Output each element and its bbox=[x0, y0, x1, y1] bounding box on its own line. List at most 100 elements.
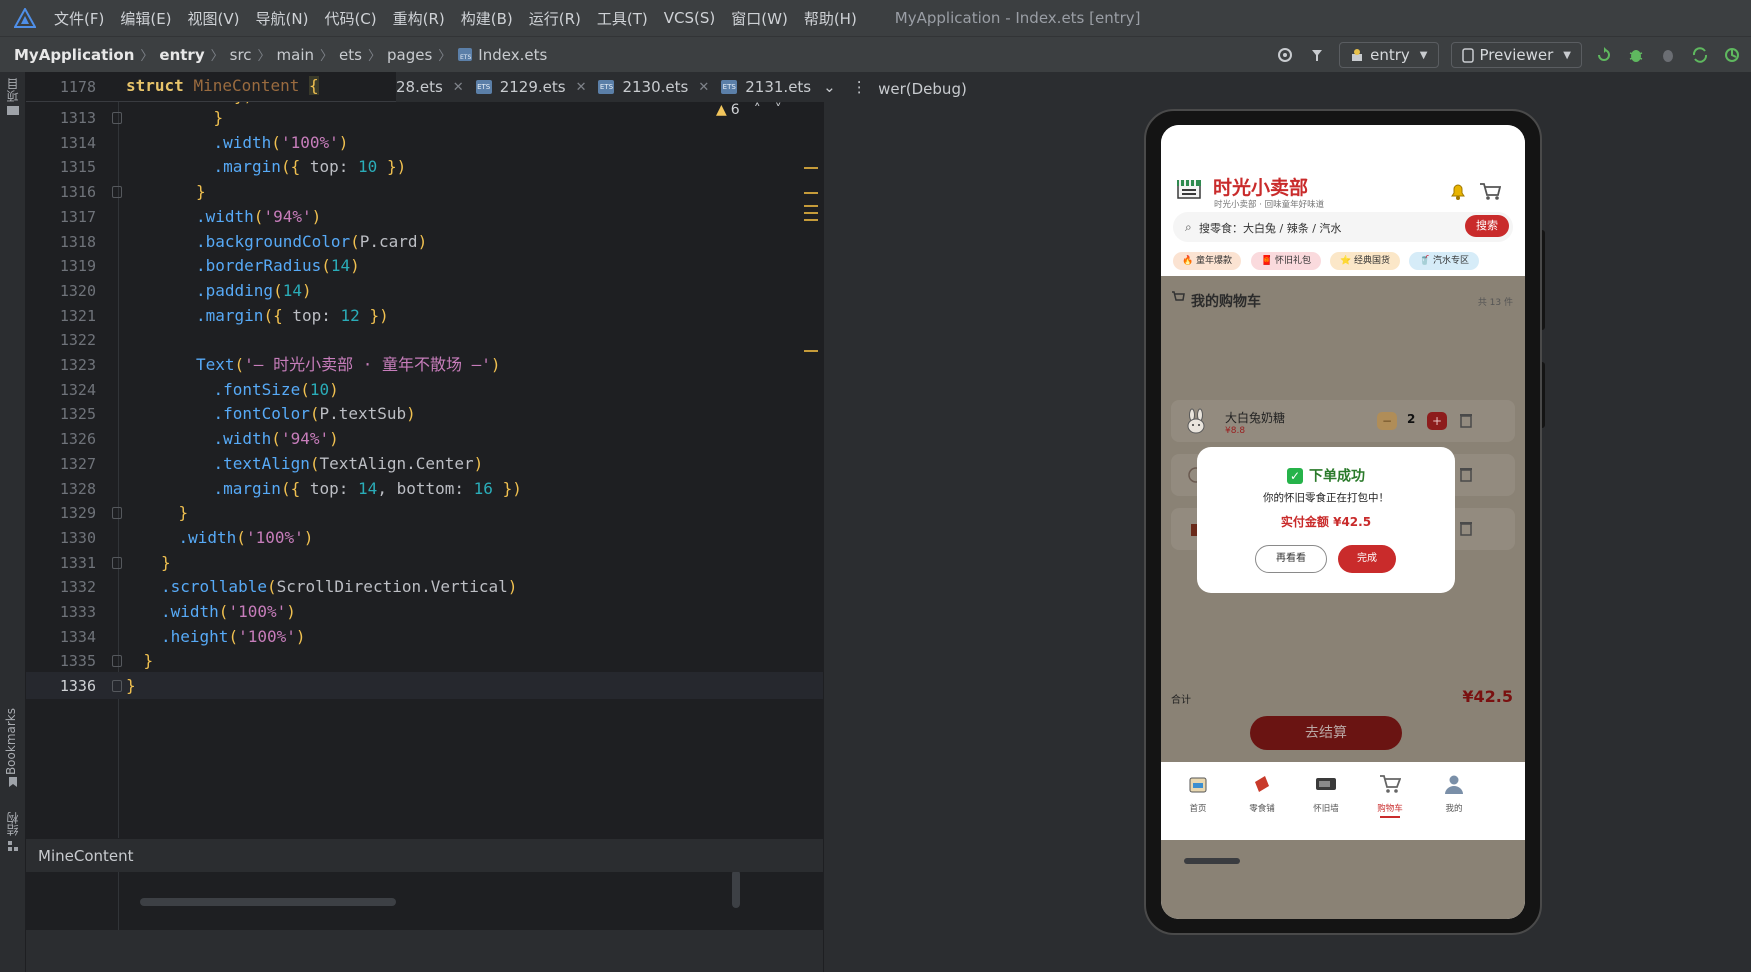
sync-icon[interactable] bbox=[1689, 44, 1711, 66]
close-icon[interactable]: ✕ bbox=[576, 80, 587, 95]
device-selector[interactable]: Previewer ▼ bbox=[1450, 42, 1582, 68]
scroll-marker[interactable] bbox=[804, 205, 818, 207]
cart-icon[interactable] bbox=[1479, 181, 1501, 201]
device-label: Previewer bbox=[1479, 46, 1554, 64]
hammer-icon[interactable] bbox=[1306, 44, 1328, 66]
bookmark-icon bbox=[9, 777, 17, 787]
category-chip[interactable]: 🔥 童年爆款 bbox=[1173, 252, 1241, 270]
more-options-icon[interactable]: ⋮ bbox=[852, 78, 867, 96]
continue-browsing-button[interactable]: 再看看 bbox=[1255, 545, 1327, 573]
previous-highlight-icon[interactable]: ˄ bbox=[754, 102, 761, 118]
tab-list-chevron-icon[interactable]: ⌄ bbox=[823, 78, 836, 96]
tab-home[interactable]: 首页 bbox=[1173, 774, 1223, 814]
search-bar[interactable]: ⌕ 搜零食：大白兔 / 辣条 / 汽水 搜索 bbox=[1173, 212, 1513, 242]
tab-mine[interactable]: 我的 bbox=[1429, 774, 1479, 814]
tab-2131-ets[interactable]: ETS 2131.ets bbox=[721, 78, 811, 96]
line-number: 1323 bbox=[59, 356, 96, 374]
code-text[interactable]: } .width('100%') .margin({ top: 10 })} .wid… bbox=[126, 72, 816, 930]
tab-snack-shop[interactable]: 零食铺 bbox=[1237, 774, 1287, 814]
cart-item[interactable]: 大白兔奶糖 ¥8.8 − 2 + bbox=[1171, 400, 1515, 442]
breadcrumb-src[interactable]: src bbox=[230, 46, 252, 64]
tab-2129-ets[interactable]: ETS 2129.ets ✕ bbox=[475, 78, 587, 96]
fold-marker-icon[interactable] bbox=[112, 556, 122, 569]
next-highlight-icon[interactable]: ˅ bbox=[775, 102, 782, 118]
fold-marker-icon[interactable] bbox=[112, 112, 122, 124]
shop-subtitle: 时光小卖部 · 回味童年好味道 bbox=[1214, 200, 1325, 210]
menu-help[interactable]: 帮助(H) bbox=[804, 8, 857, 29]
scope-context[interactable]: MineContent bbox=[38, 847, 134, 865]
close-icon[interactable]: ✕ bbox=[698, 80, 709, 95]
breadcrumb: MyApplication 〉 entry 〉 src 〉 main 〉 ets 〉 pa… bbox=[14, 45, 547, 65]
increase-button[interactable]: + bbox=[1427, 412, 1447, 430]
menu-file[interactable]: 文件(F) bbox=[54, 8, 104, 29]
trash-icon[interactable] bbox=[1459, 520, 1473, 536]
fold-marker-icon[interactable] bbox=[112, 186, 122, 199]
resize-handle[interactable] bbox=[1184, 858, 1240, 864]
scroll-marker[interactable] bbox=[804, 350, 818, 352]
paid-amount: 实付金额 ¥42.5 bbox=[1280, 515, 1372, 529]
breadcrumb-file[interactable]: Index.ets bbox=[478, 46, 547, 64]
fold-marker-icon[interactable] bbox=[112, 680, 122, 693]
tab-28-ets[interactable]: 28.ets ✕ bbox=[396, 78, 464, 96]
dialog-header: ✓ 下单成功 bbox=[1197, 465, 1455, 486]
module-icon bbox=[1352, 49, 1363, 61]
window-title: MyApplication - Index.ets [entry] bbox=[894, 9, 1141, 27]
menu-refactor[interactable]: 重构(R) bbox=[393, 8, 445, 29]
scroll-marker[interactable] bbox=[804, 192, 818, 194]
vertical-scrollbar[interactable] bbox=[732, 870, 740, 908]
menu-code[interactable]: 代码(C) bbox=[324, 8, 376, 29]
decrease-button[interactable]: − bbox=[1377, 412, 1397, 430]
menu-vcs[interactable]: VCS(S) bbox=[664, 9, 715, 27]
target-icon[interactable] bbox=[1274, 44, 1296, 66]
done-button[interactable]: 完成 bbox=[1338, 545, 1396, 573]
bell-icon[interactable] bbox=[1448, 181, 1468, 201]
horizontal-scrollbar[interactable] bbox=[140, 898, 396, 906]
profiler-icon[interactable] bbox=[1721, 44, 1743, 66]
checkout-button[interactable]: 去结算 bbox=[1250, 716, 1402, 750]
line-number: 1335 bbox=[59, 652, 96, 671]
tab-cart[interactable]: 购物车 bbox=[1365, 774, 1415, 818]
menu-view[interactable]: 视图(V) bbox=[188, 8, 240, 29]
breadcrumb-ets[interactable]: ets bbox=[339, 46, 362, 64]
breadcrumb-pages[interactable]: pages bbox=[387, 46, 432, 64]
close-icon[interactable]: ✕ bbox=[453, 80, 464, 95]
scroll-marker[interactable] bbox=[804, 167, 818, 169]
category-chip[interactable]: 🥤 汽水专区 bbox=[1409, 252, 1479, 270]
category-chip[interactable]: ⭐ 经典国货 bbox=[1330, 252, 1400, 270]
attach-debugger-icon[interactable] bbox=[1657, 44, 1679, 66]
fold-marker-icon[interactable] bbox=[112, 507, 122, 520]
structure-tool-button[interactable]: 结构 bbox=[4, 812, 21, 836]
search-button[interactable]: 搜索 bbox=[1465, 215, 1509, 237]
scroll-marker[interactable] bbox=[804, 212, 818, 214]
project-tool-button[interactable]: 项目 bbox=[4, 78, 21, 102]
navigation-bar: MyApplication 〉 entry 〉 src 〉 main 〉 ets 〉 pa… bbox=[0, 36, 1751, 72]
breadcrumb-module[interactable]: entry bbox=[159, 46, 204, 64]
scroll-marker[interactable] bbox=[804, 219, 818, 221]
menu-window[interactable]: 窗口(W) bbox=[731, 8, 788, 29]
breadcrumb-separator: 〉 bbox=[320, 49, 334, 64]
search-icon: ⌕ bbox=[1185, 220, 1192, 234]
trash-icon[interactable] bbox=[1459, 412, 1473, 428]
trash-icon[interactable] bbox=[1459, 466, 1473, 482]
menu-build[interactable]: 构建(B) bbox=[461, 8, 513, 29]
tab-2130-ets[interactable]: ETS 2130.ets ✕ bbox=[598, 78, 709, 96]
fold-marker-icon[interactable] bbox=[112, 655, 122, 668]
menu-tools[interactable]: 工具(T) bbox=[597, 8, 648, 29]
module-selector[interactable]: entry ▼ bbox=[1339, 42, 1439, 68]
search-input[interactable]: 搜零食：大白兔 / 辣条 / 汽水 bbox=[1199, 220, 1341, 236]
bookmarks-tool-button[interactable]: Bookmarks bbox=[4, 708, 18, 775]
tab-nostalgia-wall[interactable]: 怀旧墙 bbox=[1301, 774, 1351, 814]
menu-run[interactable]: 运行(R) bbox=[529, 8, 581, 29]
menu-edit[interactable]: 编辑(E) bbox=[120, 8, 171, 29]
rerun-icon[interactable] bbox=[1593, 44, 1615, 66]
breadcrumb-project[interactable]: MyApplication bbox=[14, 46, 134, 64]
menu-navigate[interactable]: 导航(N) bbox=[256, 8, 309, 29]
inspection-widget[interactable]: ▲ 6 ˄ ˅ bbox=[716, 102, 782, 118]
category-chip[interactable]: 🧧 怀旧礼包 bbox=[1251, 252, 1321, 270]
code-editor[interactable]: 1312})}.width('100%').margin({ top: 10 }… bbox=[26, 72, 879, 930]
sticky-scope-text: struct MineContent { bbox=[126, 76, 319, 95]
debug-icon[interactable] bbox=[1625, 44, 1647, 66]
editor-breadcrumb-bar: MineContent bbox=[26, 838, 823, 872]
breadcrumb-main[interactable]: main bbox=[277, 46, 314, 64]
ets-file-icon: ETS bbox=[458, 48, 473, 61]
